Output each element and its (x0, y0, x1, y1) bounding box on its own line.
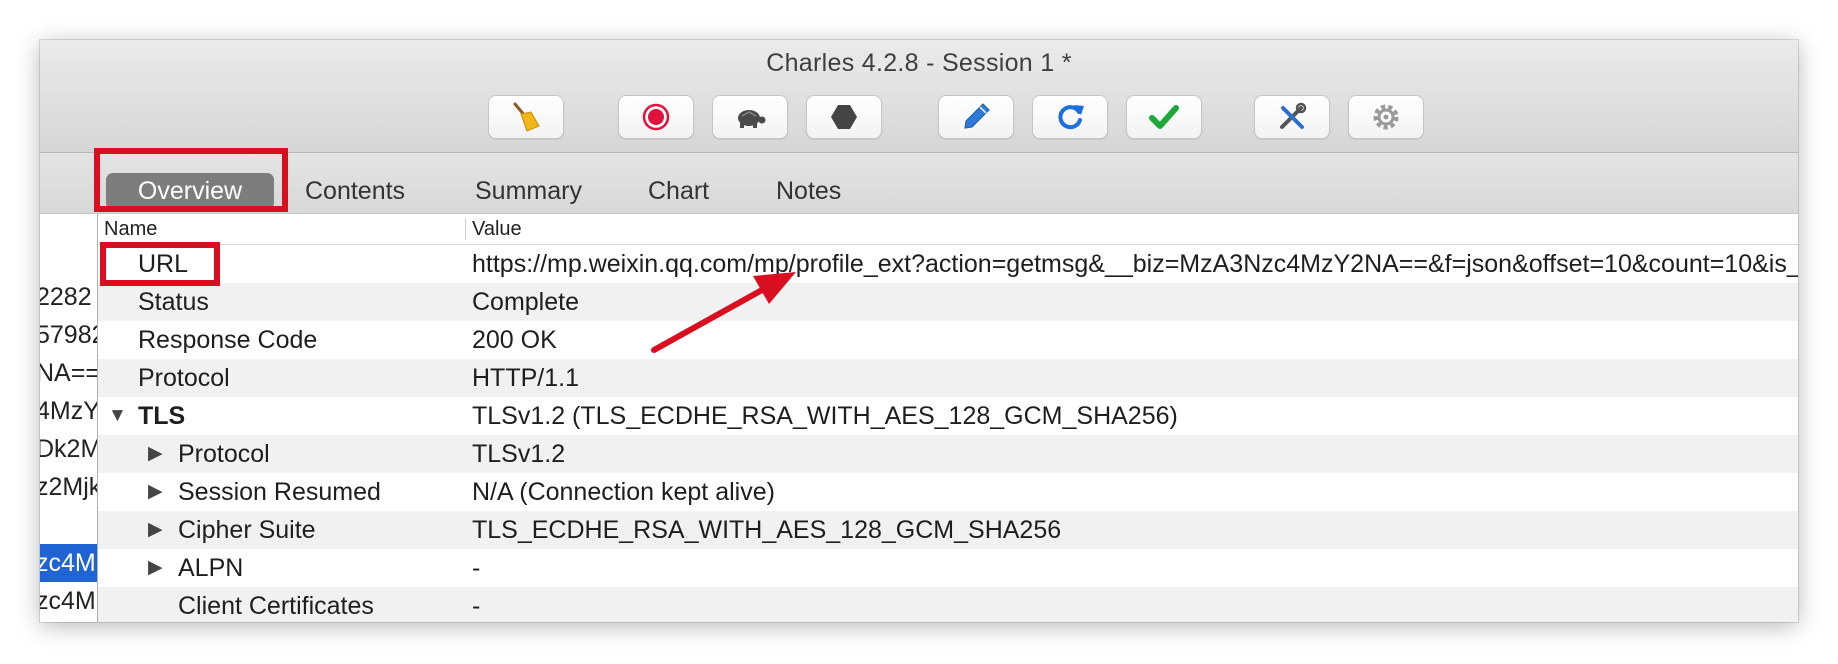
broom-icon (513, 102, 540, 132)
value-column-header[interactable]: Value (472, 218, 522, 241)
settings-button[interactable] (1348, 95, 1424, 139)
table-row[interactable]: ▶ Protocol TLSv1.2 (98, 435, 1798, 473)
table-row[interactable]: ▶ Session Resumed N/A (Connection kept a… (98, 473, 1798, 511)
window-title: Charles 4.2.8 - Session 1 * (766, 49, 1072, 77)
row-name: Protocol (138, 364, 230, 392)
refresh-icon (1058, 105, 1084, 130)
stop-icon (831, 105, 857, 129)
row-value: TLSv1.2 (TLS_ECDHE_RSA_WITH_AES_128_GCM_… (472, 402, 1178, 430)
turtle-icon (738, 110, 766, 128)
tools-button[interactable] (1254, 95, 1330, 139)
throttle-button[interactable] (712, 95, 788, 139)
table-row[interactable]: Protocol HTTP/1.1 (98, 359, 1798, 397)
column-divider[interactable] (465, 218, 466, 240)
highlight-box-overview-tab (94, 148, 288, 212)
session-list-item[interactable]: zc4M (40, 582, 97, 620)
row-name: Response Code (138, 326, 318, 354)
table-header: Name Value (98, 214, 1798, 245)
table-row[interactable]: Response Code 200 OK (98, 321, 1798, 359)
row-value: - (472, 592, 481, 620)
row-name: ALPN (178, 554, 244, 582)
pen-icon (964, 103, 990, 129)
disclosure-triangle-icon[interactable]: ▶ (148, 473, 163, 511)
row-name: Session Resumed (178, 478, 381, 506)
session-list-item[interactable]: z2Mjk (40, 468, 97, 506)
row-value: TLS_ECDHE_RSA_WITH_AES_128_GCM_SHA256 (472, 516, 1062, 544)
table-row[interactable]: Client Certificates - (98, 587, 1798, 622)
row-name: Client Certificates (178, 592, 374, 620)
stop-button[interactable] (806, 95, 882, 139)
table-row[interactable]: ▼ TLS TLSv1.2 (TLS_ECDHE_RSA_WITH_AES_12… (98, 397, 1798, 435)
session-list-item[interactable]: NA== (40, 354, 97, 392)
session-list-item[interactable]: 4MzY (40, 392, 97, 430)
highlight-box-url-row (100, 242, 220, 286)
row-value: https://mp.weixin.qq.com/mp/profile_ext?… (472, 250, 1798, 278)
row-value: 200 OK (472, 326, 557, 354)
settings-gear-icon (1373, 104, 1399, 130)
row-value: - (472, 554, 481, 582)
row-name: Cipher Suite (178, 516, 316, 544)
table-row[interactable]: ▶ ALPN - (98, 549, 1798, 587)
disclosure-triangle-icon[interactable]: ▶ (148, 549, 163, 587)
record-icon (642, 103, 670, 131)
row-value: N/A (Connection kept alive) (472, 478, 775, 506)
title-bar: Charles 4.2.8 - Session 1 * (40, 40, 1798, 153)
session-list-item[interactable]: Dk2M (40, 430, 97, 468)
compose-button[interactable] (938, 95, 1014, 139)
row-value: TLSv1.2 (472, 440, 566, 468)
charles-window: Charles 4.2.8 - Session 1 * Overview Con… (40, 40, 1798, 622)
disclosure-triangle-icon[interactable]: ▶ (148, 511, 163, 549)
disclosure-triangle-icon[interactable]: ▶ (148, 435, 163, 473)
repeat-button[interactable] (1032, 95, 1108, 139)
clear-session-button[interactable] (488, 95, 564, 139)
checkmark-icon (1149, 105, 1179, 129)
row-name: TLS (138, 402, 186, 430)
overview-table: Name Value URL https://mp.weixin.qq.com/… (98, 214, 1798, 622)
record-button[interactable] (618, 95, 694, 139)
tab-notes[interactable]: Notes (776, 173, 841, 210)
tab-bar: Overview Contents Summary Chart Notes (40, 153, 1798, 214)
disclosure-triangle-expanded-icon[interactable]: ▼ (108, 397, 127, 435)
tab-contents[interactable]: Contents (305, 173, 405, 210)
row-name: Status (138, 288, 209, 316)
table-row[interactable]: URL https://mp.weixin.qq.com/mp/profile_… (98, 245, 1798, 283)
row-name: Protocol (178, 440, 270, 468)
session-list-item[interactable]: 57982 (40, 316, 97, 354)
tab-chart[interactable]: Chart (648, 173, 709, 210)
tab-summary[interactable]: Summary (475, 173, 582, 210)
session-list-item[interactable]: 2282 (40, 278, 97, 316)
table-row[interactable]: ▶ Cipher Suite TLS_ECDHE_RSA_WITH_AES_12… (98, 511, 1798, 549)
validate-button[interactable] (1126, 95, 1202, 139)
name-column-header[interactable]: Name (104, 218, 157, 241)
session-list-item-selected[interactable]: zc4M (40, 544, 97, 582)
row-value: Complete (472, 288, 579, 316)
table-row[interactable]: Status Complete (98, 283, 1798, 321)
row-value: HTTP/1.1 (472, 364, 579, 392)
tools-icon (1280, 102, 1307, 129)
session-list: 2282 57982 NA== 4MzY Dk2M z2Mjk zc4M zc4… (40, 214, 98, 622)
